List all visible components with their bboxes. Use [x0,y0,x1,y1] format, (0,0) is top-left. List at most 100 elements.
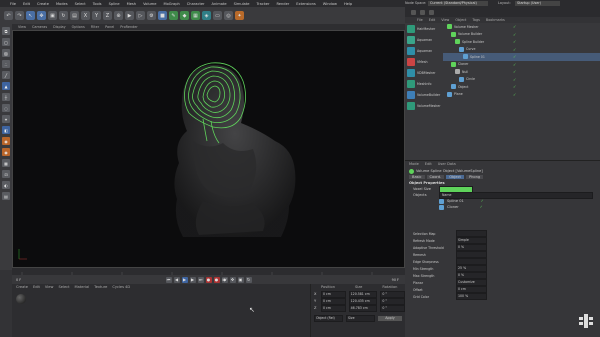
object-menu-item[interactable]: File [417,18,423,22]
frame-end-field[interactable]: 90 F [392,278,399,282]
autokey-icon[interactable]: ● [213,276,220,283]
attribute-field[interactable]: 100 % [456,293,487,300]
attribute-field[interactable]: 0 cm [456,286,487,293]
menu-item[interactable]: Extensions [296,2,316,6]
undo-icon[interactable]: ↶ [4,11,13,20]
visibility-check-icon[interactable]: ✓ [513,24,516,29]
object-row[interactable]: Spline 01 ✓ [443,53,600,61]
menu-item[interactable]: File [10,2,16,6]
plugin-button[interactable]: HairMesher [405,23,443,34]
render-view-icon[interactable]: ▶ [125,11,134,20]
object-menu-item[interactable]: View [441,18,449,22]
attribute-tab[interactable]: Basic [409,175,425,179]
menu-item[interactable]: Volume [143,2,156,6]
timeline-ruler[interactable] [12,268,405,275]
attribute-tab[interactable]: Object [446,175,464,179]
goto-start-icon[interactable]: ⏮ [165,276,172,283]
object-menu-item[interactable]: Edit [429,18,436,22]
plugin-button[interactable]: Aquaman [405,45,443,56]
object-row[interactable]: Volume Mesher ✓ [443,23,600,31]
material-menu-item[interactable]: Cycles 4D [112,285,130,289]
prev-key-icon[interactable]: ◀ [173,276,180,283]
visibility-check-icon[interactable]: ✓ [513,69,516,74]
visibility-check-icon[interactable]: ✓ [513,32,516,37]
viewport-menu-item[interactable]: Cameras [32,25,47,29]
objects-list-item[interactable]: Cloner [447,205,459,209]
goto-end-icon[interactable]: ⏭ [197,276,204,283]
object-menu-item[interactable]: Tags [472,18,480,22]
menu-item[interactable]: Tools [93,2,102,6]
menu-item[interactable]: Create [37,2,49,6]
viewport-menu-item[interactable]: Display [53,25,66,29]
viewport-menu-item[interactable]: Options [72,25,85,29]
visibility-check-icon[interactable]: ✓ [513,54,516,59]
object-row[interactable]: Curve ✓ [443,46,600,54]
menu-item[interactable]: Help [344,2,352,6]
polygons-mode-icon[interactable]: ▲ [2,82,10,90]
viewport-menu-item[interactable]: Panel [105,25,114,29]
plugin-button[interactable]: Aquaman [405,34,443,45]
object-menu-item[interactable]: Bookmarks [486,18,505,22]
floor-icon[interactable]: ▭ [213,11,222,20]
size-field[interactable]: 120.435 cm [348,297,378,305]
attribute-field[interactable]: 0 % [456,244,487,251]
light-icon[interactable]: ✦ [235,11,244,20]
layout-select[interactable]: Startup (User) [515,0,560,6]
y-axis-icon[interactable]: Y [92,11,101,20]
visibility-check-icon[interactable]: ✓ [513,47,516,52]
make-editable-icon[interactable]: ⧉ [2,27,10,35]
apply-button[interactable]: Apply [378,315,402,321]
objects-list-item[interactable]: Spline 01 [447,199,464,203]
size-field[interactable]: 120.581 cm [348,290,378,298]
visibility-check-icon[interactable]: ✓ [513,62,516,67]
motion-icon[interactable]: ✥ [229,276,236,283]
attribute-menu-item[interactable]: Mode [409,162,419,166]
attribute-tab[interactable]: Phong [465,175,484,179]
check-icon[interactable]: ✓ [481,199,484,203]
z-axis-icon[interactable]: Z [103,11,112,20]
viewport-menu-item[interactable]: View [18,25,26,29]
visibility-check-icon[interactable]: ✓ [513,39,516,44]
material-menu-item[interactable]: View [45,285,54,289]
object-row[interactable]: Plane ✓ [443,91,600,99]
paint-icon[interactable]: ◉ [2,148,10,156]
plugin-button[interactable]: VMesh [405,56,443,67]
attribute-tab[interactable]: Coord. [426,175,445,179]
subdivision-icon[interactable]: ◆ [180,11,189,20]
rotation-field[interactable]: 0 ° [380,297,406,305]
position-field[interactable]: 0 cm [320,297,346,305]
menu-item[interactable]: Window [323,2,337,6]
material-menu-item[interactable]: Edit [33,285,40,289]
check-icon[interactable]: ✓ [480,205,483,209]
scale-icon[interactable]: ▣ [48,11,57,20]
pen-icon[interactable]: ✎ [169,11,178,20]
frame-start-field[interactable]: 0 F [16,278,21,282]
attribute-field[interactable]: Simple [456,237,487,244]
takes-tab-icon[interactable] [420,9,425,15]
attribute-field[interactable]: 25 % [456,265,487,272]
object-row[interactable]: Cloner ✓ [443,61,600,69]
plugin-button[interactable]: VolumeBuilder [405,89,443,100]
attribute-field[interactable] [456,230,487,237]
solo-icon[interactable]: ◉ [2,137,10,145]
points-mode-icon[interactable]: ∴ [2,60,10,68]
menu-item[interactable]: Select [75,2,86,6]
sculpt-icon[interactable]: ◐ [2,181,10,189]
attribute-field[interactable] [456,251,487,258]
tweak-mode-icon[interactable]: ◌ [2,104,10,112]
coord-system-icon[interactable]: ⊕ [114,11,123,20]
menu-item[interactable]: Render [276,2,289,6]
visibility-check-icon[interactable]: ✓ [513,77,516,82]
object-row[interactable]: Object ✓ [443,83,600,91]
attribute-field[interactable]: 0 % [456,272,487,279]
menu-item[interactable]: Animate [212,2,227,6]
x-axis-icon[interactable]: X [81,11,90,20]
position-field[interactable]: 0 cm [320,290,346,298]
visibility-check-icon[interactable]: ✓ [513,92,516,97]
rotate-icon[interactable]: ↻ [59,11,68,20]
attribute-menu-item[interactable]: Edit [425,162,432,166]
snap-icon[interactable]: ⌖ [2,115,10,123]
menu-item[interactable]: Simulate [234,2,250,6]
object-menu-item[interactable]: Object [455,18,466,22]
workplane-icon[interactable]: ◧ [2,126,10,134]
